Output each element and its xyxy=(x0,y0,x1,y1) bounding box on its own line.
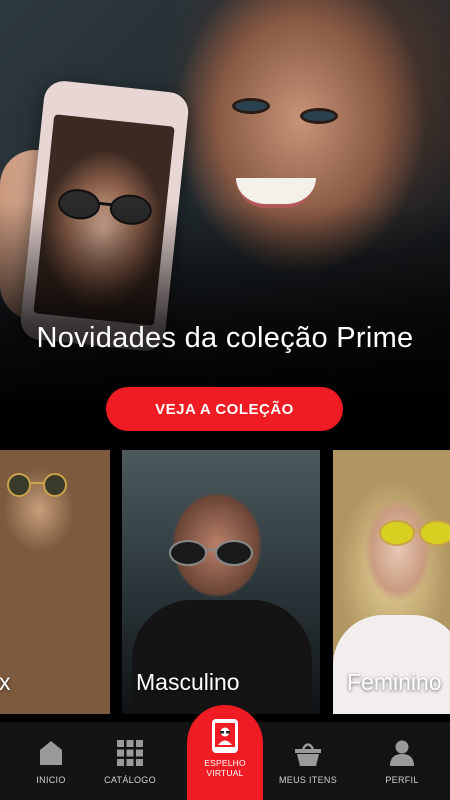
basket-icon xyxy=(295,740,321,766)
nav-item-meus-itens[interactable]: MEUS ITENS xyxy=(268,722,348,800)
category-card-label: x xyxy=(0,669,11,695)
sunglasses-icon xyxy=(7,473,67,497)
category-card-label: Feminino xyxy=(347,669,442,695)
category-carousel[interactable]: x Masculino Feminino xyxy=(0,450,450,714)
sunglasses-icon xyxy=(169,540,253,566)
nav-item-inicio[interactable]: INICIO xyxy=(11,722,91,800)
category-card-label: Masculino xyxy=(136,669,240,695)
phone-mirror-icon xyxy=(212,719,238,753)
nav-item-label: ESPELHO VIRTUAL xyxy=(204,758,246,778)
grid-icon xyxy=(117,740,143,766)
sunglasses-icon xyxy=(379,520,450,546)
home-icon xyxy=(38,740,64,766)
view-collection-button[interactable]: VEJA A COLEÇÃO xyxy=(106,387,343,431)
nav-item-espelho-virtual[interactable]: ESPELHO VIRTUAL xyxy=(187,705,263,800)
nav-item-perfil[interactable]: PERFIL xyxy=(362,722,442,800)
category-card-masculino[interactable]: Masculino xyxy=(122,450,320,714)
hero-banner[interactable] xyxy=(0,0,450,450)
category-card-feminino[interactable]: Feminino xyxy=(333,450,450,714)
hero-title: Novidades da coleção Prime xyxy=(36,322,414,354)
category-card-unisex[interactable]: x xyxy=(0,450,110,714)
user-icon xyxy=(389,740,415,766)
nav-item-catalogo[interactable]: CATÁLOGO xyxy=(90,722,170,800)
